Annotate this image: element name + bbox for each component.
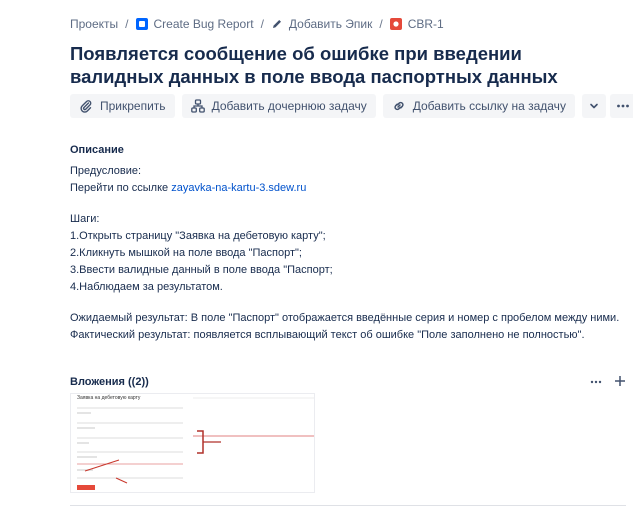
pencil-icon — [271, 18, 283, 30]
site-link[interactable]: zayavka-na-kartu-3.sdew.ru — [171, 182, 306, 194]
link-icon — [394, 101, 404, 111]
precondition-text: Перейти по ссылке zayavka-na-kartu-3.sde… — [70, 180, 630, 197]
breadcrumb-add-epic-label: Добавить Эпик — [288, 17, 373, 31]
step-item: 3.Ввести валидные данный в поле ввода "П… — [70, 264, 333, 276]
add-issue-link-label: Добавить ссылку на задачу — [412, 99, 566, 113]
actual-result: Фактический результат: появляется всплыв… — [70, 329, 585, 341]
attach-label: Прикрепить — [100, 99, 166, 113]
chevron-down-icon — [590, 103, 598, 109]
expected-result: Ожидаемый результат: В поле "Паспорт" от… — [70, 312, 620, 324]
step-item: 1.Открыть страницу "Заявка на дебетовую … — [70, 230, 326, 242]
steps-label: Шаги: — [70, 213, 100, 225]
breadcrumb-add-epic[interactable]: Добавить Эпик — [271, 17, 372, 31]
step-item: 2.Кликнуть мышкой на поле ввода "Паспорт… — [70, 247, 302, 259]
thumbnail-title: Заявка на дебетовую карту — [77, 395, 141, 401]
breadcrumb-issue-label: CBR-1 — [407, 17, 444, 31]
project-icon — [135, 18, 148, 30]
precondition-label: Предусловие: — [70, 165, 142, 177]
attach-button[interactable]: Прикрепить — [70, 94, 175, 118]
goto-text: Перейти по ссылке — [70, 182, 172, 194]
add-issue-link-button[interactable]: Добавить ссылку на задачу — [382, 94, 575, 118]
description[interactable]: Описание Предусловие: Перейти по ссылке … — [70, 142, 630, 344]
add-child-issue-button[interactable]: Добавить дочернюю задачу — [181, 94, 376, 118]
breadcrumb-projects[interactable]: Проекты — [70, 17, 118, 31]
add-child-issue-label: Добавить дочернюю задачу — [211, 99, 367, 113]
add-attachment-icon[interactable] — [614, 375, 626, 390]
breadcrumb-separator: / — [379, 17, 383, 31]
attachments-actions — [578, 375, 626, 390]
attachments-title: Вложения ((2)) — [70, 376, 149, 388]
more-actions-button[interactable] — [609, 94, 633, 118]
more-link-options-button[interactable] — [581, 94, 606, 118]
attachments-header: Вложения ((2)) — [70, 374, 626, 390]
more-icon — [617, 104, 629, 108]
breadcrumb-separator: / — [125, 17, 129, 31]
screenshot-preview: Заявка на дебетовую карту — [71, 394, 314, 492]
attachments-more-icon[interactable] — [590, 375, 602, 390]
breadcrumb-separator: / — [260, 17, 264, 31]
issue-title[interactable]: Появляется сообщение об ошибке при введе… — [70, 42, 610, 88]
breadcrumb-project-label: Create Bug Report — [153, 17, 254, 31]
breadcrumb-issue[interactable]: CBR-1 — [389, 17, 444, 31]
bug-icon — [389, 18, 402, 30]
divider — [70, 505, 626, 506]
paperclip-icon — [80, 100, 92, 113]
breadcrumb-project[interactable]: Create Bug Report — [135, 17, 254, 31]
child-issue-icon — [190, 99, 205, 113]
breadcrumb: Проекты / Create Bug Report / Добавить Э… — [70, 14, 444, 34]
step-item: 4.Наблюдаем за результатом. — [70, 281, 223, 293]
issue-toolbar: Прикрепить Добавить дочернюю задачу Доба… — [70, 94, 633, 118]
attachment-thumbnail[interactable]: Заявка на дебетовую карту — [70, 393, 315, 493]
description-heading: Описание — [70, 144, 124, 156]
